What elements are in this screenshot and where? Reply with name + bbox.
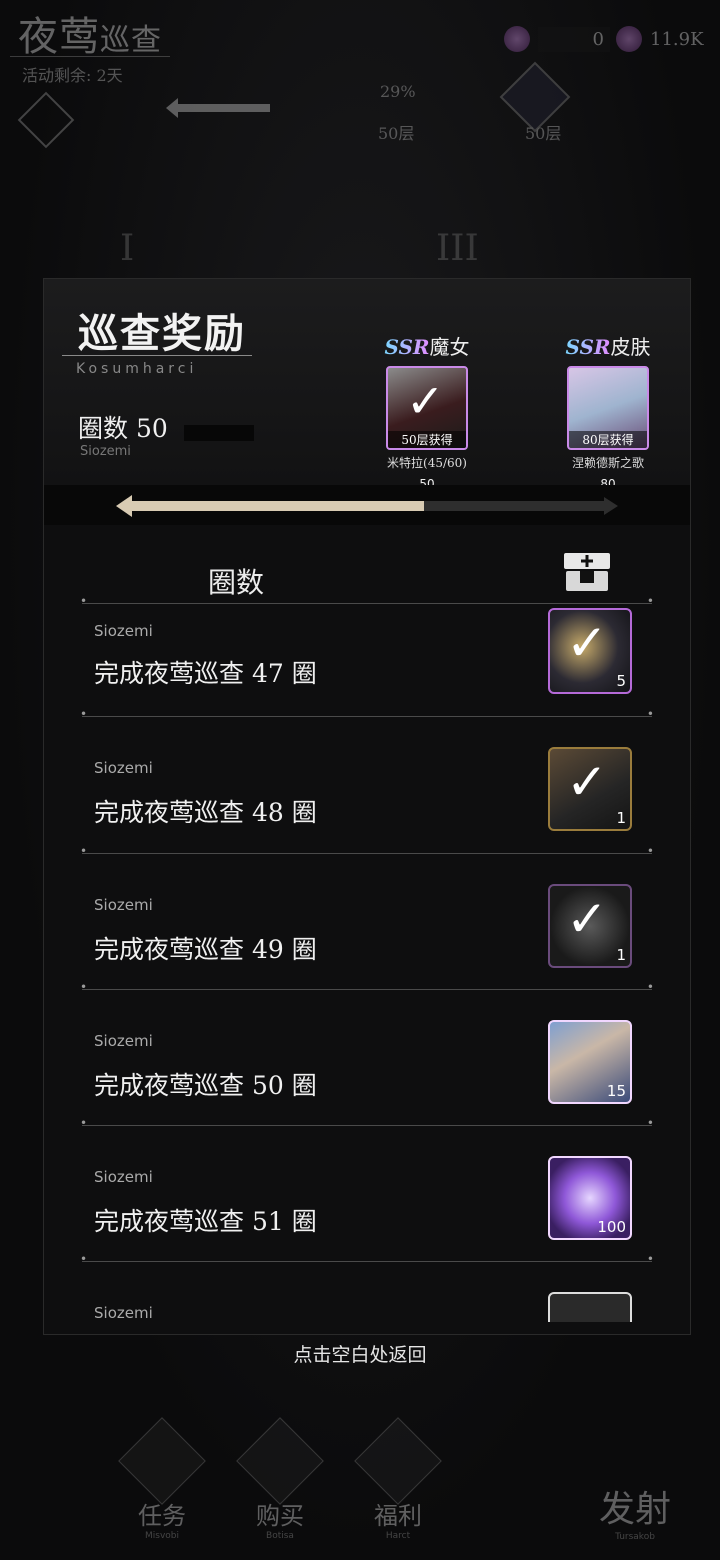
gem-icon (504, 26, 530, 52)
reward-row: Siozemi 完成夜莺巡查 48 圈 ✓ 1 (44, 717, 690, 853)
check-icon: ✓ (566, 753, 608, 811)
tap-to-return-hint[interactable]: 点击空白处返回 (0, 1340, 720, 1367)
milestone-name: 涅赖德斯之歌 (571, 456, 644, 470)
hud-floor-label: 50层 (525, 124, 562, 143)
menu-diamond-icon[interactable] (17, 91, 75, 149)
progress-fill (124, 501, 424, 511)
hud-progress-arrow (166, 98, 270, 118)
chest-icon (564, 553, 610, 591)
milestone-skin[interactable]: SSR皮肤 80层获得 涅赖德斯之歌 80 (558, 331, 658, 497)
lap-count: 圈数 50 (78, 414, 168, 443)
currency-gem-2[interactable]: 11.9K (616, 26, 704, 52)
reward-item[interactable]: ✓ 5 (548, 608, 632, 694)
title-underline (10, 56, 170, 57)
check-icon: ✓ (566, 614, 608, 672)
progress-remaining (424, 501, 604, 511)
crystal-ball-icon (354, 1417, 442, 1505)
bottom-nav: 任务 Misvobi 购买 Botisa 福利 Harct 发射 Tursako… (0, 1417, 720, 1560)
nav-shop[interactable]: 购买 Botisa (230, 1417, 330, 1541)
basket-icon (236, 1417, 324, 1505)
launch-button[interactable]: 发射 Tursakob (560, 1440, 710, 1542)
panel-header: 巡查奖励 Kosumharci 圈数 50 Siozemi SSR魔女 ✓ 50… (44, 279, 690, 497)
reward-item[interactable]: ✓ 1 (548, 884, 632, 968)
reward-item[interactable] (548, 1292, 632, 1322)
lap-progress-track (44, 485, 690, 525)
scroll-icon (118, 1417, 206, 1505)
stage-numeral: I (120, 228, 135, 269)
patrol-reward-panel: 巡查奖励 Kosumharci 圈数 50 Siozemi SSR魔女 ✓ 50… (43, 278, 691, 1335)
list-header: 圈数 (208, 566, 265, 599)
panel-subtitle: Kosumharci (76, 361, 198, 377)
reward-row: Siozemi 完成夜莺巡查 49 圈 ✓ 1 (44, 854, 690, 990)
hud-floor-label: 50层 (378, 124, 415, 143)
nav-welfare[interactable]: 福利 Harct (348, 1417, 448, 1541)
event-hud: 夜莺巡查 活动剩余: 2天 0 11.9K 29% 50层 50层 I III (0, 0, 720, 280)
nav-tasks[interactable]: 任务 Misvobi (112, 1417, 212, 1541)
milestone-witch[interactable]: SSR魔女 ✓ 50层获得 米特拉(45/60) 50 (377, 331, 477, 497)
reward-row: Siozemi 完成夜莺巡查 51 圈 100 (44, 1126, 690, 1262)
reward-row: Siozemi 完成夜莺巡查 50 圈 15 (44, 990, 690, 1126)
milestone-card: 80层获得 (567, 366, 649, 450)
hud-progress-pct: 29% (380, 82, 416, 101)
reward-item[interactable]: 15 (548, 1020, 632, 1104)
lap-count-bar (184, 425, 254, 441)
check-icon: ✓ (406, 374, 445, 428)
gem-icon (616, 26, 642, 52)
title-underline (62, 355, 252, 356)
stage-numeral: III (436, 228, 479, 269)
back-icon[interactable] (6, 1430, 106, 1490)
check-icon: ✓ (566, 890, 608, 948)
reward-row: Siozemi (44, 1262, 690, 1322)
currency-gem-1[interactable]: 0 (504, 26, 610, 52)
arrow-tail-icon (604, 497, 618, 515)
milestone-name: 米特拉(45/60) (387, 456, 467, 470)
reward-item[interactable]: ✓ 1 (548, 747, 632, 831)
lap-count-subtitle: Siozemi (80, 444, 131, 459)
panel-title: 巡查奖励 (78, 310, 246, 357)
reward-item[interactable]: 100 (548, 1156, 632, 1240)
remaining-time: 活动剩余: 2天 (22, 66, 123, 85)
event-title: 夜莺巡查 (18, 14, 162, 60)
milestone-card: ✓ 50层获得 (386, 366, 468, 450)
